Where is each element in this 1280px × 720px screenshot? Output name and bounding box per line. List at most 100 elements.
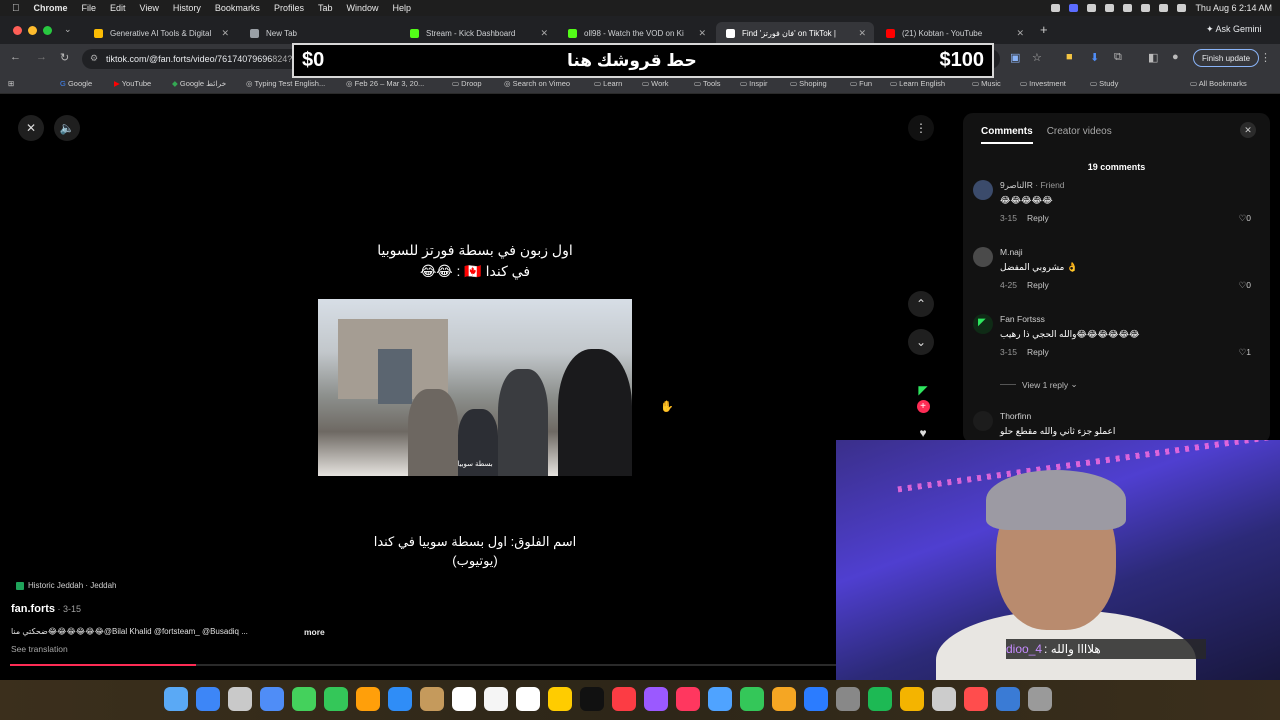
reply-button[interactable]: Reply xyxy=(1027,280,1049,290)
dock-app-icon[interactable] xyxy=(548,687,572,711)
dock-app-icon[interactable] xyxy=(932,687,956,711)
dock-app-icon[interactable] xyxy=(420,687,444,711)
close-tab-icon[interactable]: ✕ xyxy=(852,28,866,39)
bookmark-item[interactable]: G Google xyxy=(60,79,92,88)
tab-creator-videos[interactable]: Creator videos xyxy=(1047,126,1112,144)
follow-button[interactable]: + xyxy=(912,395,934,417)
menu-profiles[interactable]: Profiles xyxy=(274,3,304,13)
status-app-icon[interactable] xyxy=(1051,4,1061,12)
back-icon[interactable]: ← xyxy=(10,51,21,63)
dock-app-icon[interactable] xyxy=(228,687,252,711)
bookmark-folder[interactable]: ▭ Tools xyxy=(694,79,721,88)
dock-app-icon[interactable] xyxy=(164,687,188,711)
post-author[interactable]: fan.forts · 3-15 xyxy=(11,603,81,615)
dock-app-icon[interactable] xyxy=(612,687,636,711)
comment-author[interactable]: Thorfinn xyxy=(1000,411,1031,421)
browser-tab-active[interactable]: Find 'فان فورتز' on TikTok | ✕ xyxy=(716,22,874,44)
dock-app-icon[interactable] xyxy=(868,687,892,711)
bookmark-folder[interactable]: ▭ Investment xyxy=(1020,79,1066,88)
bookmark-folder[interactable]: ▭ Fun xyxy=(850,79,872,88)
bookmark-folder[interactable]: ▭ Inspir xyxy=(740,79,768,88)
close-tab-icon[interactable]: ✕ xyxy=(215,28,229,39)
bookmark-star-icon[interactable]: ☆ xyxy=(1032,51,1042,64)
bookmark-item[interactable]: ◎ Feb 26 – Mar 3, 20... xyxy=(346,79,424,88)
tab-search-icon[interactable]: ⌄ xyxy=(64,24,72,35)
view-replies-button[interactable]: View 1 reply ⌄ xyxy=(1000,379,1078,390)
menu-help[interactable]: Help xyxy=(392,3,411,13)
dock-app-icon[interactable] xyxy=(644,687,668,711)
reply-button[interactable]: Reply xyxy=(1027,347,1049,357)
zoom-window-icon[interactable] xyxy=(43,26,52,35)
dock-app-icon[interactable] xyxy=(260,687,284,711)
bookmark-item[interactable]: ◎ Typing Test English... xyxy=(246,79,325,88)
reply-button[interactable]: Reply xyxy=(1027,213,1049,223)
new-tab-icon[interactable]: + xyxy=(1040,22,1048,37)
menu-chrome[interactable]: Chrome xyxy=(34,3,68,13)
bookmark-folder[interactable]: ▭ Learn English xyxy=(890,79,945,88)
avatar[interactable] xyxy=(973,411,993,431)
download-icon[interactable]: ⬇ xyxy=(1090,51,1099,64)
bookmark-folder[interactable]: ▭ Study xyxy=(1090,79,1118,88)
close-tab-icon[interactable]: ✕ xyxy=(534,28,548,39)
bookmark-folder[interactable]: ▭ Music xyxy=(972,79,1001,88)
dock-app-icon[interactable] xyxy=(580,687,604,711)
dock-app-icon[interactable] xyxy=(452,687,476,711)
dock-app-icon[interactable] xyxy=(964,687,988,711)
bluetooth-icon[interactable] xyxy=(1105,4,1115,12)
comment-author[interactable]: M.naji xyxy=(1000,247,1023,257)
search-icon[interactable] xyxy=(1159,4,1169,12)
bookmark-folder[interactable]: ▭ Droop xyxy=(452,79,482,88)
comment-like-button[interactable]: ♡1 xyxy=(1239,347,1251,358)
browser-tab[interactable]: New Tab xyxy=(240,22,400,44)
extension-icon[interactable]: ▣ xyxy=(1010,51,1020,64)
dock-app-icon[interactable] xyxy=(356,687,380,711)
bookmark-item[interactable]: ◎ Search on Vimeo xyxy=(504,79,570,88)
menu-view[interactable]: View xyxy=(140,3,159,13)
dock-app-icon[interactable] xyxy=(196,687,220,711)
browser-tab[interactable]: oll98 - Watch the VOD on Ki ✕ xyxy=(558,22,714,44)
browser-tab[interactable]: (21) Kobtan - YouTube ✕ xyxy=(876,22,1032,44)
close-tab-icon[interactable]: ✕ xyxy=(692,28,706,39)
menu-tab[interactable]: Tab xyxy=(318,3,333,13)
dock-app-icon[interactable] xyxy=(388,687,412,711)
close-window-icon[interactable] xyxy=(13,26,22,35)
dock-app-icon[interactable] xyxy=(676,687,700,711)
bookmark-folder[interactable]: ▭ Learn xyxy=(594,79,622,88)
close-video-button[interactable]: ✕ xyxy=(18,115,44,141)
menu-edit[interactable]: Edit xyxy=(110,3,126,13)
ask-gemini-button[interactable]: ✦ Ask Gemini xyxy=(1206,24,1262,35)
dock-app-icon[interactable] xyxy=(292,687,316,711)
apps-grid-icon[interactable]: ⊞ xyxy=(8,79,14,88)
browser-menu-icon[interactable]: ⋮ xyxy=(1260,51,1271,64)
menu-history[interactable]: History xyxy=(173,3,201,13)
comment-author[interactable]: Fan Fortsss xyxy=(1000,314,1045,324)
all-bookmarks-folder[interactable]: ▭ All Bookmarks xyxy=(1190,79,1247,88)
dock-app-icon[interactable] xyxy=(484,687,508,711)
minimize-window-icon[interactable] xyxy=(28,26,37,35)
next-video-button[interactable]: ⌄ xyxy=(908,329,934,355)
more-button[interactable]: more xyxy=(304,627,325,637)
menu-file[interactable]: File xyxy=(82,3,97,13)
finish-update-button[interactable]: Finish update xyxy=(1193,49,1260,67)
see-translation-link[interactable]: See translation xyxy=(11,644,68,654)
control-center-icon[interactable] xyxy=(1177,4,1187,12)
bookmark-item[interactable]: ◆ Google خرائط xyxy=(172,79,226,88)
bookmark-folder[interactable]: ▭ Work xyxy=(642,79,669,88)
dock-app-icon[interactable] xyxy=(708,687,732,711)
avatar[interactable]: ◤ xyxy=(973,314,993,334)
menu-window[interactable]: Window xyxy=(346,3,378,13)
comment-like-button[interactable]: ♡0 xyxy=(1239,213,1251,224)
wifi-icon[interactable] xyxy=(1141,4,1151,12)
extension-icon[interactable]: ■ xyxy=(1066,51,1073,63)
dock-app-icon[interactable] xyxy=(1028,687,1052,711)
more-options-button[interactable]: ⋮ xyxy=(908,115,934,141)
mute-button[interactable]: 🔈 xyxy=(54,115,80,141)
menubar-clock[interactable]: Thu Aug 6 2:14 AM xyxy=(1195,3,1272,13)
bookmark-item[interactable]: ▶ YouTube xyxy=(114,79,151,88)
close-tab-icon[interactable]: ✕ xyxy=(1010,28,1024,39)
dock-app-icon[interactable] xyxy=(836,687,860,711)
avatar[interactable] xyxy=(973,180,993,200)
dock-app-icon[interactable] xyxy=(996,687,1020,711)
browser-tab[interactable]: Stream - Kick Dashboard ✕ xyxy=(400,22,556,44)
battery-icon[interactable] xyxy=(1123,4,1133,12)
